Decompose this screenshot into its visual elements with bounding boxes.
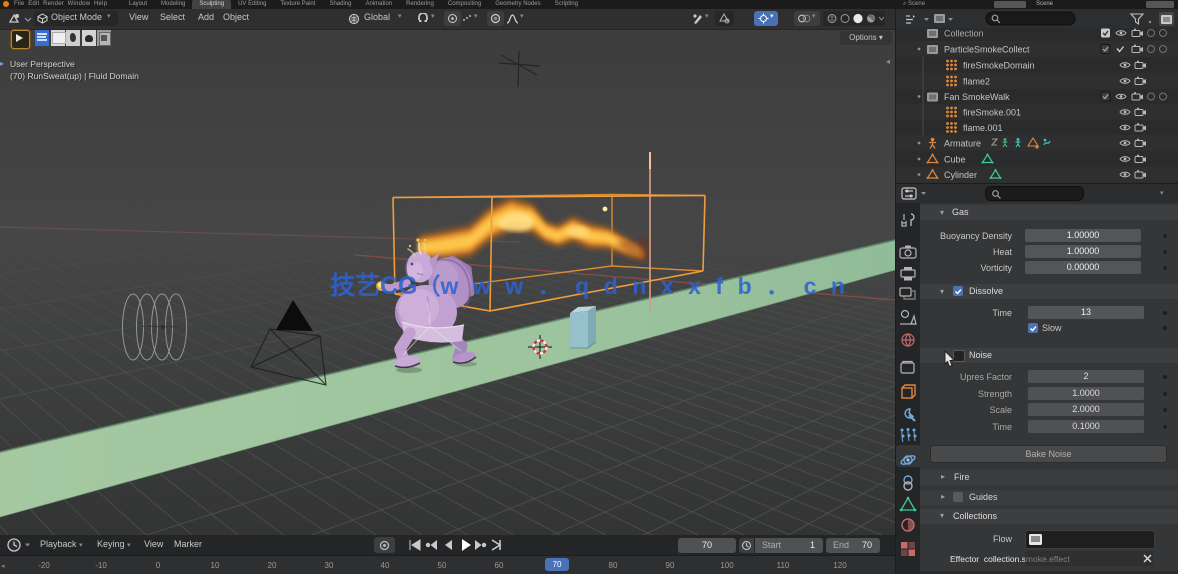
svg-text:Cube: Cube xyxy=(944,155,966,165)
svg-text:Fan SmokeWalk: Fan SmokeWalk xyxy=(944,92,1010,102)
svg-text:Cylinder: Cylinder xyxy=(944,170,977,180)
svg-text:fireSmoke.001: fireSmoke.001 xyxy=(963,108,1021,118)
svg-text:fireSmokeDomain: fireSmokeDomain xyxy=(963,61,1035,71)
svg-text:flame2: flame2 xyxy=(963,77,990,87)
svg-text:Collection: Collection xyxy=(944,29,984,39)
svg-text:flame.001: flame.001 xyxy=(963,123,1003,133)
svg-text:Armature: Armature xyxy=(944,139,981,149)
svg-text:ParticleSmokeCollect: ParticleSmokeCollect xyxy=(944,45,1030,55)
